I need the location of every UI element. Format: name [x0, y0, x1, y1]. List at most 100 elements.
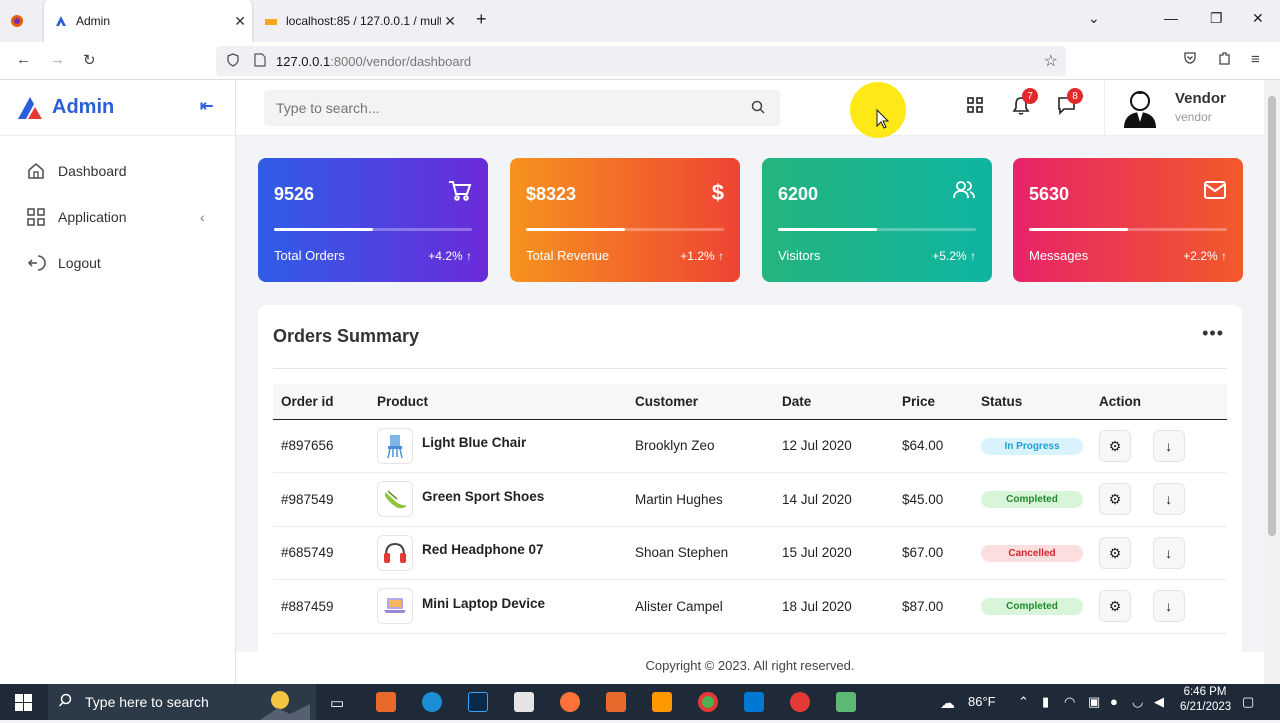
taskbar-search[interactable]: Type here to search [48, 684, 316, 720]
maximize-icon[interactable]: ❐ [1210, 10, 1223, 27]
apps-grid-icon[interactable] [966, 96, 984, 119]
more-options-icon[interactable]: ••• [1202, 323, 1224, 344]
new-tab-icon[interactable]: + [476, 9, 487, 30]
extensions-icon[interactable] [1217, 51, 1232, 70]
sidebar-item-application[interactable]: Application ‹ [0, 194, 235, 240]
stat-card-visitors[interactable]: 6200 Visitors +5.2% ↑ [762, 158, 992, 282]
column-header[interactable]: Customer [627, 384, 774, 420]
settings-gear-icon[interactable]: ⚙ [1099, 590, 1131, 623]
winrar-icon[interactable] [514, 692, 534, 712]
task-view-icon[interactable]: ▭ [330, 694, 344, 712]
close-tab-icon[interactable]: ✕ [444, 13, 456, 30]
microphone-icon[interactable]: ● [1110, 694, 1118, 709]
table-row[interactable]: #685749 Red Headphone 07 Shoan Stephen 1… [273, 526, 1227, 580]
notification-bell-icon[interactable]: 7 [1012, 88, 1038, 121]
progress-bar [526, 228, 724, 231]
xampp-icon[interactable] [376, 692, 396, 712]
column-header[interactable]: Date [774, 384, 894, 420]
collapse-sidebar-icon[interactable]: ⇤ [200, 96, 213, 116]
url-path: :8000/vendor/dashboard [330, 53, 472, 69]
column-header[interactable]: Price [894, 384, 973, 420]
product-name[interactable]: Mini Laptop Device [422, 596, 545, 611]
photoshop-icon[interactable] [468, 692, 488, 712]
list-tabs-icon[interactable]: ⌄ [1088, 10, 1100, 27]
git-icon[interactable] [836, 692, 856, 712]
vscode-icon[interactable] [744, 692, 764, 712]
forward-icon[interactable]: → [50, 51, 65, 68]
progress-fill [526, 228, 625, 231]
weather-temp[interactable]: 86°F [968, 694, 996, 709]
stat-card-orders[interactable]: 9526 Total Orders +4.2% ↑ [258, 158, 488, 282]
bookmark-star-icon[interactable]: ☆ [1044, 51, 1058, 71]
column-header[interactable]: Product [369, 384, 627, 420]
pocket-icon[interactable] [1183, 51, 1197, 68]
product-name[interactable]: Red Headphone 07 [422, 542, 544, 557]
back-icon[interactable]: ← [16, 51, 31, 68]
clock[interactable]: 6:46 PM 6/21/2023 [1180, 686, 1232, 713]
close-window-icon[interactable]: ✕ [1252, 10, 1264, 27]
volume-icon[interactable]: ◀ [1154, 694, 1164, 710]
sidebar-item-dashboard[interactable]: Dashboard [0, 148, 235, 194]
settings-gear-icon[interactable]: ⚙ [1099, 429, 1131, 462]
close-tab-icon[interactable]: ✕ [234, 13, 246, 30]
table-row[interactable]: #887459 Mini Laptop Device Alister Campe… [273, 579, 1227, 634]
order-id: #987549 [273, 472, 369, 527]
firefox-menu-icon[interactable] [0, 0, 40, 42]
search-input[interactable] [264, 90, 724, 126]
stat-card-messages[interactable]: 5630 Messages +2.2% ↑ [1013, 158, 1243, 282]
network-icon[interactable]: ◠ [1064, 694, 1075, 710]
url-bar[interactable]: 127.0.0.1:8000/vendor/dashboard ☆ [216, 46, 1066, 76]
reload-icon[interactable]: ↻ [83, 51, 96, 69]
firefox-icon[interactable] [560, 692, 580, 712]
download-arrow-icon[interactable]: ↓ [1152, 536, 1185, 569]
xampp-control-icon[interactable] [606, 692, 626, 712]
customer-name: Alister Campel [627, 579, 774, 634]
messages-icon[interactable]: 8 [1057, 88, 1083, 120]
clock-date: 6/21/2023 [1180, 701, 1232, 713]
column-header[interactable]: Action [1091, 384, 1227, 420]
minimize-icon[interactable]: — [1164, 10, 1178, 26]
column-header[interactable]: Order id [273, 384, 369, 420]
chrome-profile-icon[interactable] [790, 692, 810, 712]
customer-name: Shoan Stephen [627, 526, 774, 580]
battery-icon[interactable]: ▮ [1042, 694, 1049, 710]
user-menu[interactable]: Vendor vendor [1104, 80, 1264, 136]
download-arrow-icon[interactable]: ↓ [1152, 429, 1185, 462]
app-menu-icon[interactable]: ≡ [1251, 51, 1260, 68]
chevron-up-icon[interactable]: ⌃ [1018, 694, 1029, 710]
windows-start-icon[interactable] [15, 694, 32, 716]
search-box [264, 90, 780, 126]
order-id: #897656 [273, 419, 369, 473]
table-row[interactable]: #897656 Light Blue Chair Brooklyn Zeo 12… [273, 419, 1227, 473]
wifi-icon[interactable]: ◡ [1132, 694, 1143, 710]
download-arrow-icon[interactable]: ↓ [1152, 483, 1185, 516]
sublime-icon[interactable] [652, 692, 672, 712]
stat-label: Total Orders [274, 248, 345, 263]
order-price: $67.00 [894, 526, 973, 580]
settings-gear-icon[interactable]: ⚙ [1099, 536, 1131, 569]
scrollbar-thumb[interactable] [1268, 96, 1276, 536]
status-badge: Completed [981, 491, 1083, 509]
notifications-icon[interactable]: ▢ [1242, 694, 1254, 710]
download-arrow-icon[interactable]: ↓ [1152, 590, 1185, 623]
status-cell: Completed [973, 472, 1091, 527]
phpmyadmin-icon [265, 19, 277, 25]
page-scrollbar[interactable] [1264, 80, 1280, 684]
column-header[interactable]: Status [973, 384, 1091, 420]
product-name[interactable]: Light Blue Chair [422, 435, 526, 450]
stat-label: Total Revenue [526, 248, 610, 263]
shield-icon [226, 52, 240, 70]
settings-gear-icon[interactable]: ⚙ [1099, 483, 1131, 516]
brand-name: Admin [52, 96, 115, 118]
stat-card-revenue[interactable]: $8323 $ Total Revenue +1.2% ↑ [510, 158, 740, 282]
tab-phpmyadmin[interactable]: localhost:85 / 127.0.0.1 / multiv ✕ [254, 0, 462, 42]
edge-icon[interactable] [422, 692, 442, 712]
order-id: #887459 [273, 579, 369, 634]
sidebar-item-logout[interactable]: Logout [0, 240, 235, 286]
tab-admin[interactable]: Admin ✕ [44, 0, 252, 42]
table-row[interactable]: #987549 Green Sport Shoes Martin Hughes … [273, 472, 1227, 527]
product-name[interactable]: Green Sport Shoes [422, 489, 544, 504]
search-icon[interactable] [751, 100, 766, 120]
chrome-icon[interactable] [698, 692, 718, 712]
topbar: 7 8 Vendor vendor [236, 80, 1264, 136]
